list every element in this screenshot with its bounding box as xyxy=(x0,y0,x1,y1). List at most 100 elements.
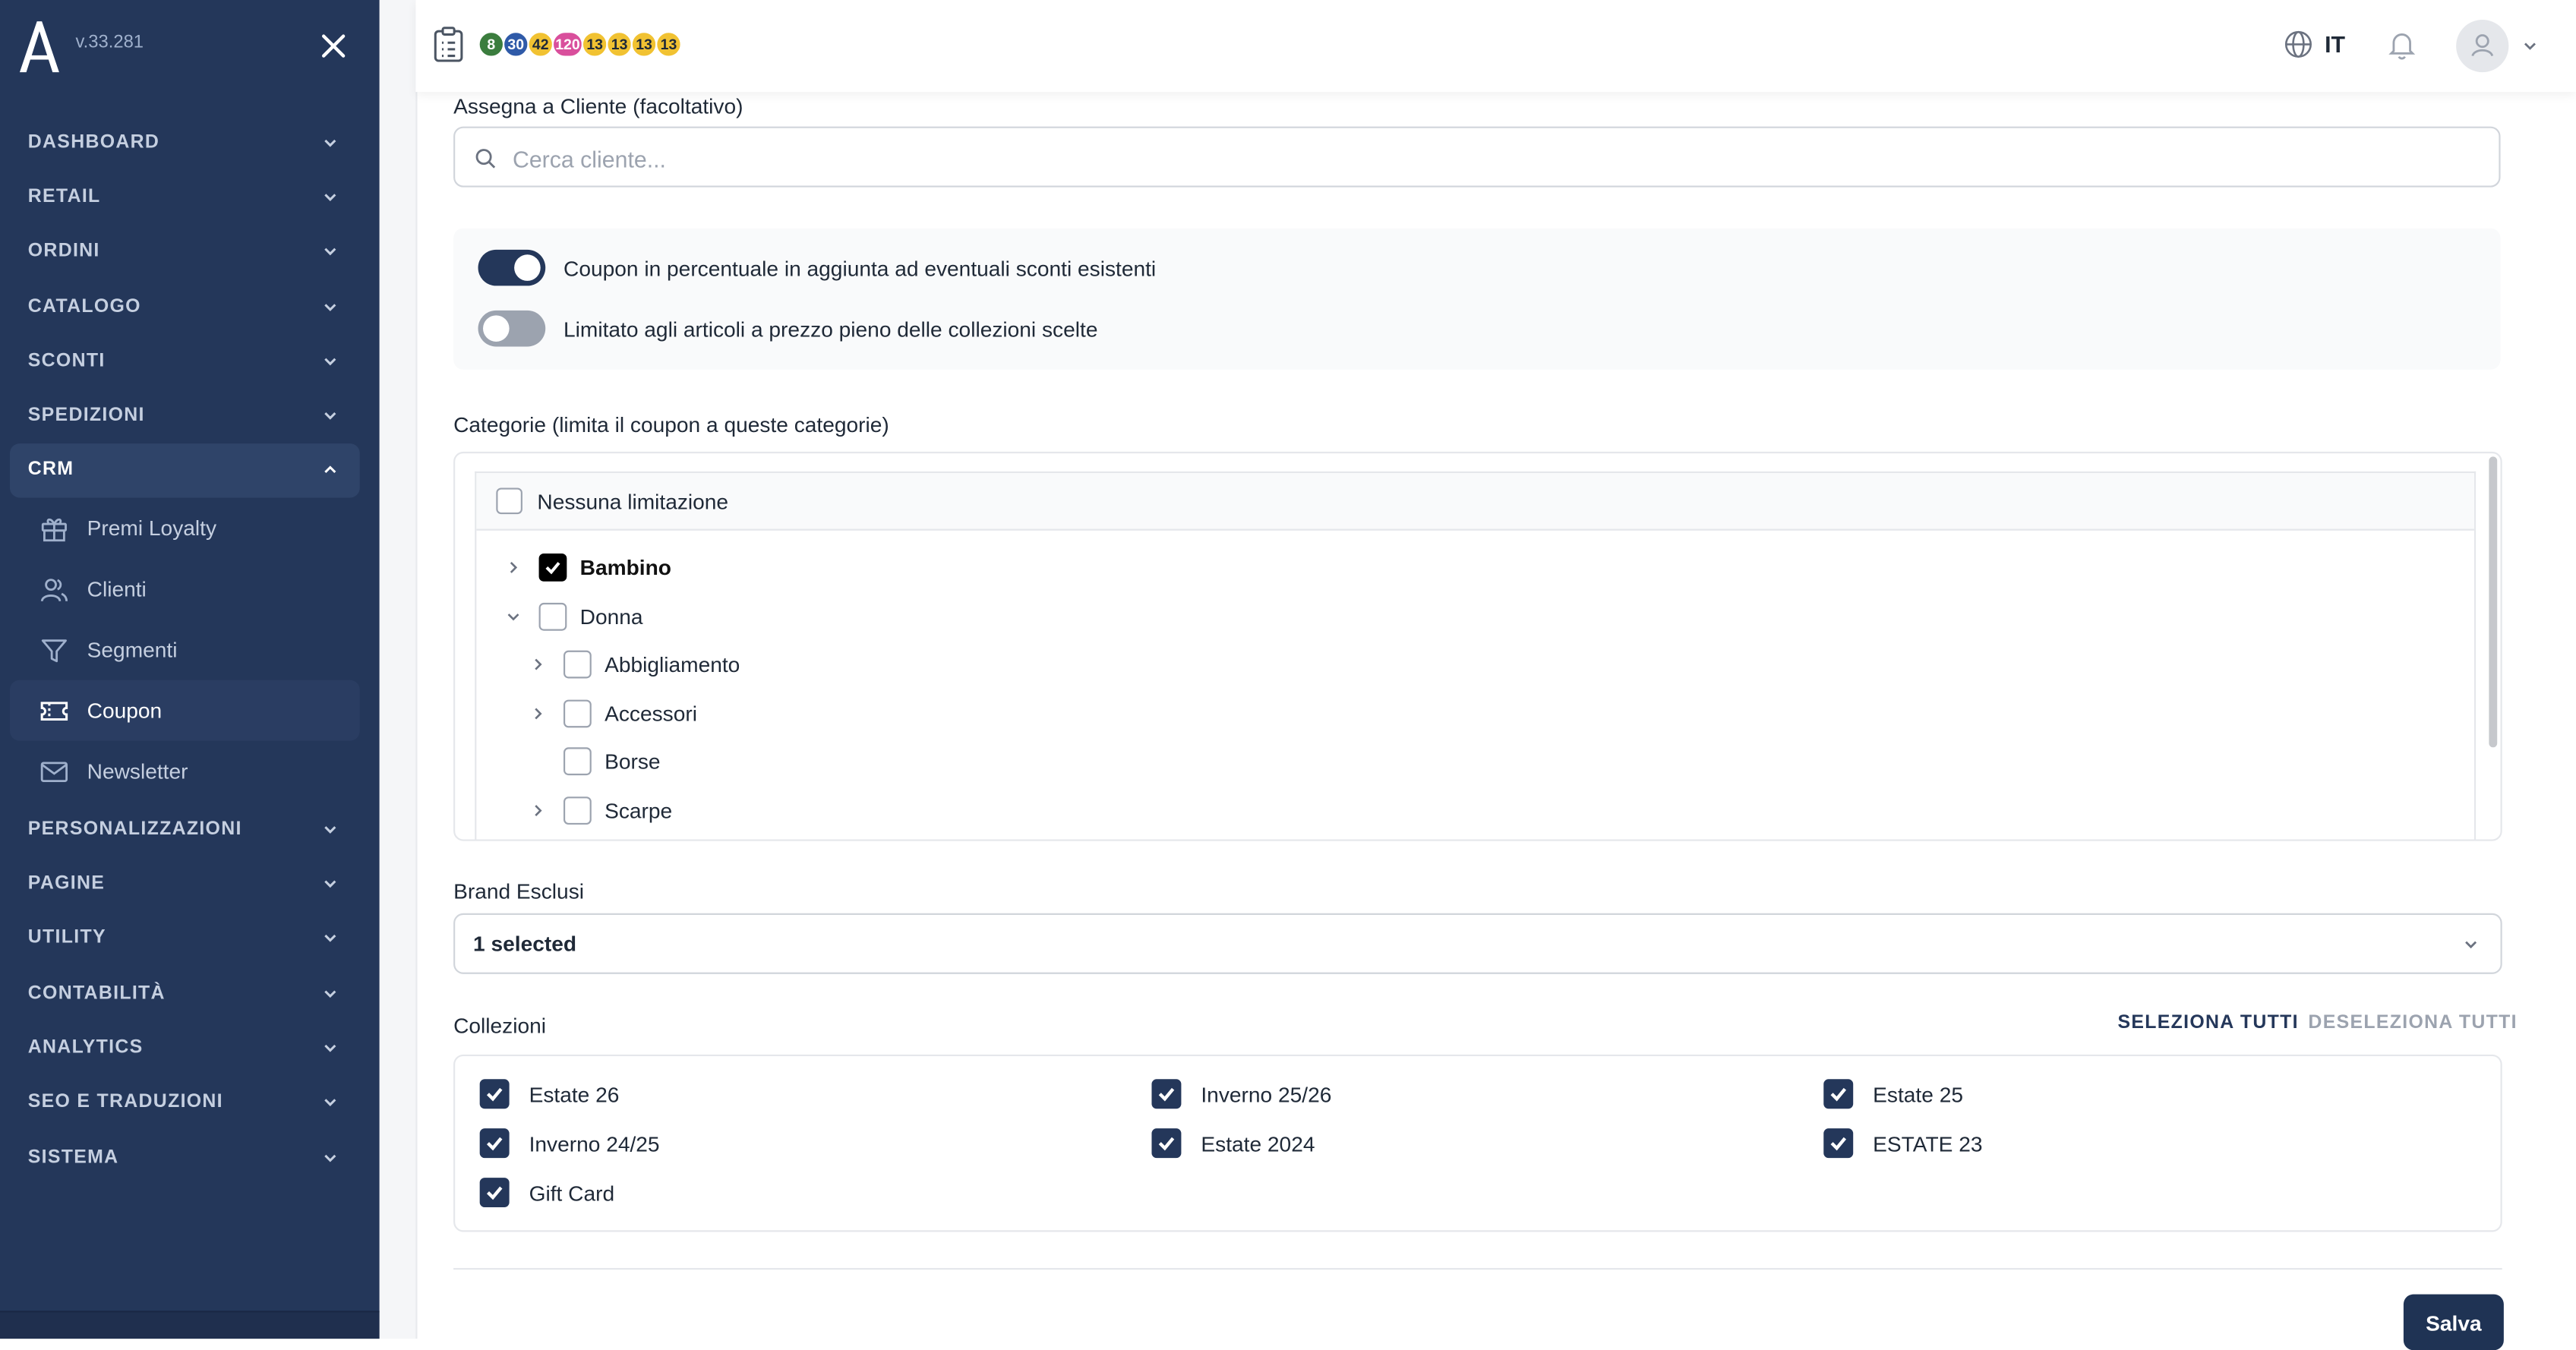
sidebar-item-catalogo[interactable]: CATALOGO xyxy=(0,279,380,334)
categories-label: Categorie (limita il coupon a queste cat… xyxy=(453,412,889,437)
collection-checkbox[interactable] xyxy=(1823,1079,1854,1109)
check-icon xyxy=(1158,1087,1175,1102)
sidebar-item-dashboard[interactable]: DASHBOARD xyxy=(0,115,380,169)
brand-excluded-select[interactable]: 1 selected xyxy=(453,913,2502,974)
sidebar-item-label: ANALYTICS xyxy=(27,1038,144,1058)
sidebar-item-retail[interactable]: RETAIL xyxy=(0,169,380,224)
avatar[interactable] xyxy=(2456,19,2509,73)
filter-icon xyxy=(41,639,67,662)
user-icon xyxy=(2471,34,2494,57)
users-icon xyxy=(40,578,68,601)
collection-checkbox[interactable] xyxy=(1151,1079,1182,1109)
sidebar-subitem-premi-loyalty[interactable]: Premi Loyalty xyxy=(0,498,380,559)
no-limit-checkbox[interactable] xyxy=(496,487,522,515)
collection-label: Estate 26 xyxy=(529,1082,620,1108)
sidebar-item-analytics[interactable]: ANALYTICS xyxy=(0,1020,380,1075)
collection-checkbox[interactable] xyxy=(479,1178,510,1208)
category-checkbox-donna[interactable] xyxy=(538,602,567,631)
sidebar-item-contabilita[interactable]: CONTABILITÀ xyxy=(0,966,380,1020)
save-button[interactable]: Salva xyxy=(2403,1294,2504,1350)
sidebar-item-label: PAGINE xyxy=(27,873,106,894)
status-badge[interactable]: 13 xyxy=(630,31,658,58)
ticket-icon xyxy=(40,701,68,721)
status-badge[interactable]: 13 xyxy=(581,31,608,58)
chevron-right-icon[interactable] xyxy=(531,706,545,721)
collection-label: Inverno 25/26 xyxy=(1201,1082,1332,1108)
sidebar-subitem-label: Coupon xyxy=(87,698,163,724)
category-checkbox-borse[interactable] xyxy=(564,747,592,776)
status-badge[interactable]: 30 xyxy=(502,31,529,58)
check-icon xyxy=(1830,1087,1847,1102)
category-tree-scrollbar[interactable] xyxy=(2489,456,2498,748)
sidebar-item-seo-traduzioni[interactable]: SEO E TRADUZIONI xyxy=(0,1075,380,1130)
category-checkbox-bambino[interactable] xyxy=(538,554,567,582)
sidebar-subitem-coupon[interactable]: Coupon xyxy=(9,680,360,741)
chevron-down-icon[interactable] xyxy=(2522,38,2539,55)
sidebar-item-label: ORDINI xyxy=(27,241,100,262)
client-label: Assegna a Cliente (facoltativo) xyxy=(453,93,743,118)
chevron-down-icon xyxy=(324,825,336,834)
chevron-down-icon xyxy=(324,1099,336,1107)
sidebar-item-pagine[interactable]: PAGINE xyxy=(0,856,380,911)
category-checkbox-accessori[interactable] xyxy=(564,699,592,728)
toggle-knob xyxy=(514,254,541,281)
divider xyxy=(453,1268,2502,1270)
status-badge[interactable]: 13 xyxy=(606,31,633,58)
sidebar-item-ordini[interactable]: ORDINI xyxy=(0,224,380,279)
check-icon xyxy=(486,1087,503,1102)
status-badges: 8 30 42 120 13 13 13 13 xyxy=(478,31,682,58)
collection-label: ESTATE 23 xyxy=(1873,1131,1983,1156)
category-checkbox-abbigliamento[interactable] xyxy=(564,650,592,679)
sidebar-item-personalizzazioni[interactable]: PERSONALIZZAZIONI xyxy=(0,802,380,856)
status-badge[interactable]: 42 xyxy=(527,31,554,58)
bell-icon[interactable] xyxy=(2385,28,2418,61)
sidebar-subitem-clienti[interactable]: Clienti xyxy=(0,559,380,620)
client-search-input[interactable] xyxy=(509,128,2471,189)
toggle-full-price-only[interactable] xyxy=(478,310,546,347)
status-badge[interactable]: 120 xyxy=(551,31,584,58)
gift-icon xyxy=(41,517,67,541)
app-logo xyxy=(19,21,59,73)
collections-panel: Estate 26 Inverno 25/26 Estate 25 Invern… xyxy=(453,1054,2502,1232)
check-icon xyxy=(486,1186,503,1200)
sidebar-item-crm[interactable]: CRM xyxy=(9,443,360,498)
select-all-button[interactable]: SELEZIONA TUTTI xyxy=(2117,1014,2298,1033)
globe-icon[interactable] xyxy=(2284,30,2313,59)
language-selector[interactable]: IT xyxy=(2325,31,2345,58)
category-checkbox-scarpe[interactable] xyxy=(564,796,592,825)
collection-checkbox[interactable] xyxy=(1823,1128,1854,1159)
sidebar-item-label: CRM xyxy=(27,460,74,481)
chevron-down-icon[interactable] xyxy=(506,610,520,624)
status-badge[interactable]: 13 xyxy=(655,31,682,58)
collection-label: Estate 25 xyxy=(1873,1082,1964,1108)
chevron-right-icon[interactable] xyxy=(506,560,520,575)
clipboard-list-icon[interactable] xyxy=(432,27,465,63)
sidebar-subitem-segmenti[interactable]: Segmenti xyxy=(0,620,380,680)
chevron-right-icon[interactable] xyxy=(531,803,545,818)
chevron-down-icon xyxy=(324,880,336,888)
deselect-all-button[interactable]: DESELEZIONA TUTTI xyxy=(2308,1014,2517,1033)
status-badge[interactable]: 8 xyxy=(478,31,505,58)
close-sidebar-icon[interactable] xyxy=(317,30,350,62)
sidebar-item-label: SCONTI xyxy=(27,351,106,371)
sidebar-subitem-label: Newsletter xyxy=(87,759,188,784)
sidebar-item-sconti[interactable]: SCONTI xyxy=(0,334,380,389)
collection-checkbox[interactable] xyxy=(479,1079,510,1109)
sidebar-item-utility[interactable]: UTILITY xyxy=(0,911,380,966)
sidebar-subitem-label: Clienti xyxy=(87,576,147,601)
sidebar-item-spedizioni[interactable]: SPEDIZIONI xyxy=(0,389,380,443)
collections-label: Collezioni xyxy=(453,1013,547,1039)
collection-checkbox[interactable] xyxy=(1151,1128,1182,1159)
sidebar-item-sistema[interactable]: SISTEMA xyxy=(0,1130,380,1184)
collection-label: Inverno 24/25 xyxy=(529,1131,660,1156)
chevron-down-icon xyxy=(324,935,336,943)
collection-checkbox[interactable] xyxy=(479,1128,510,1159)
check-icon xyxy=(486,1137,503,1151)
no-limit-label: Nessuna limitazione xyxy=(537,489,729,515)
no-limit-row: Nessuna limitazione xyxy=(476,473,2474,531)
sidebar-subitem-newsletter[interactable]: Newsletter xyxy=(0,741,380,802)
sidebar-subitem-label: Segmenti xyxy=(87,637,178,662)
toggle-percent-stacking[interactable] xyxy=(478,249,546,286)
chevron-right-icon[interactable] xyxy=(531,657,545,671)
sidebar-subitem-label: Premi Loyalty xyxy=(87,516,217,541)
